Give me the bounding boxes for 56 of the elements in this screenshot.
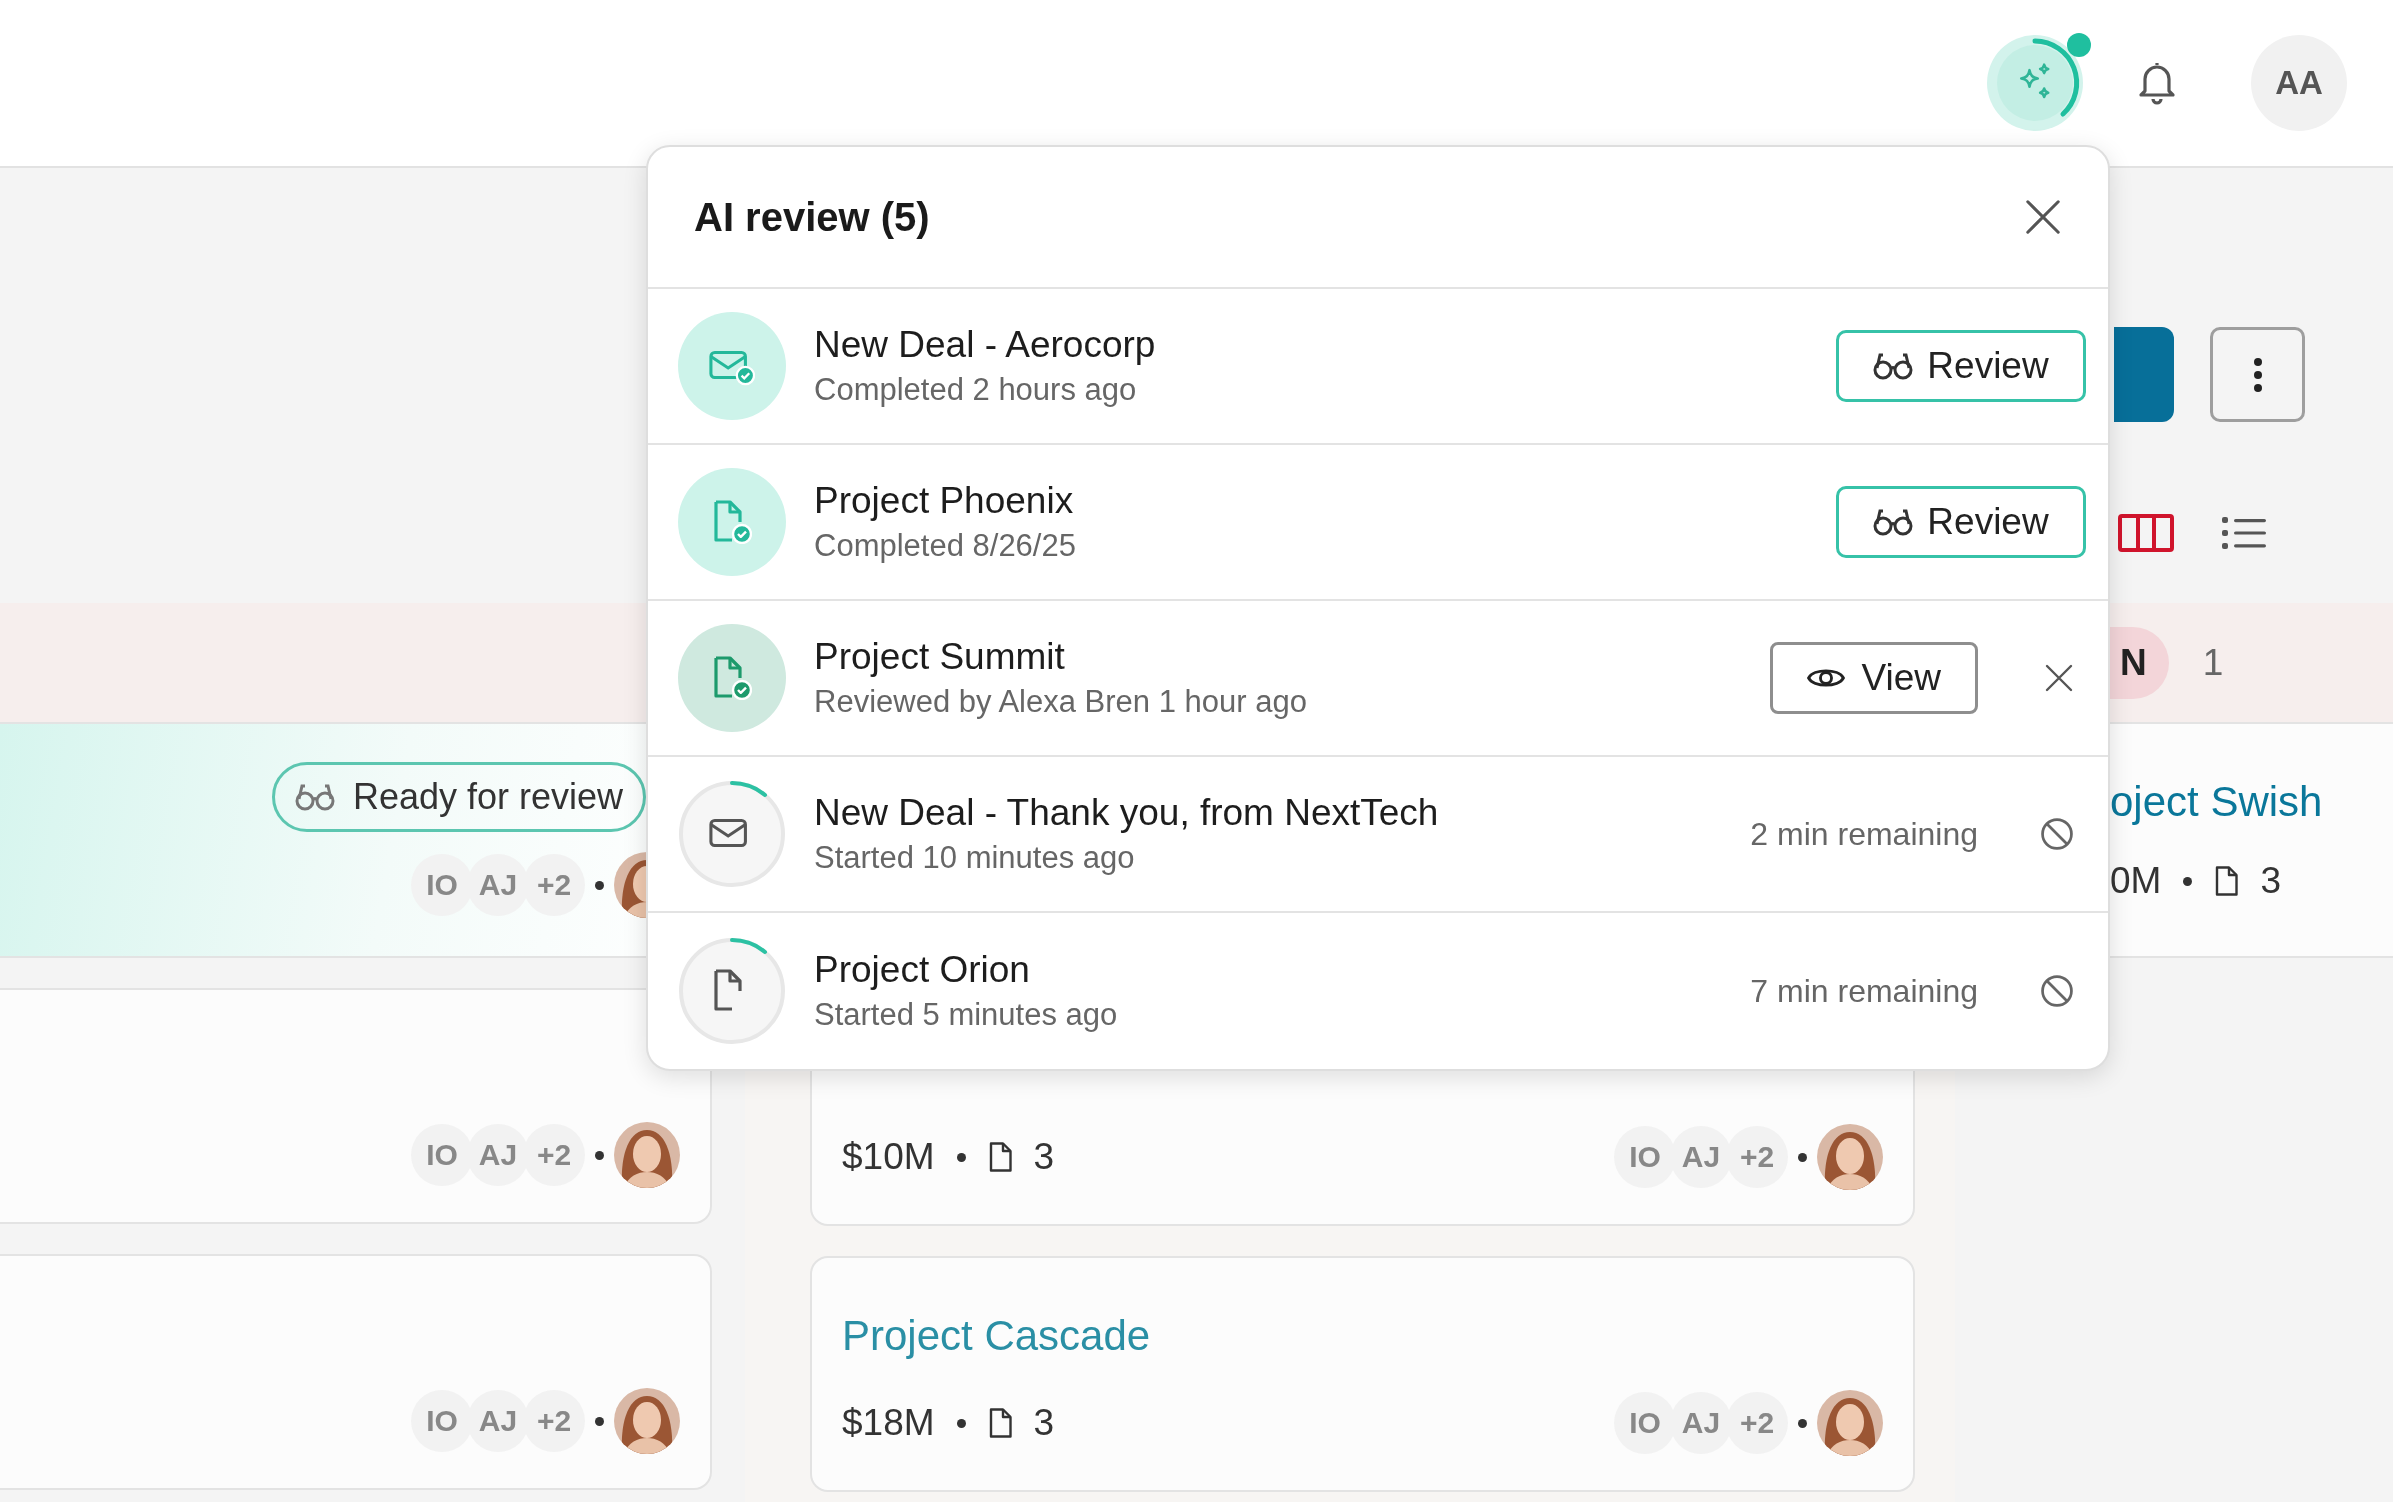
glasses-icon [294,783,335,811]
separator-dot [595,880,604,890]
person-initials: +2 [1726,1392,1788,1454]
separator-dot [595,1150,604,1160]
file-count: 3 [1033,1402,1055,1444]
deal-amount: $18M [842,1402,935,1444]
list-icon [2222,515,2266,551]
separator-dot [1798,1152,1807,1162]
deal-amount: 0M [2110,860,2162,902]
dismiss-icon[interactable] [2044,663,2074,693]
more-icon [2251,356,2264,393]
view-button[interactable]: View [1770,642,1978,714]
person-initials: +2 [523,854,585,916]
glasses-icon [1873,508,1914,536]
user-avatar[interactable]: AA [2251,35,2347,131]
review-status: Started 5 minutes ago [814,997,1119,1033]
review-status: Completed 2 hours ago [814,372,1138,408]
dialog-title: AI review (5) [694,194,930,240]
separator-dot [595,1416,604,1426]
review-title: Project Phoenix [814,480,1075,522]
columns-icon [2118,514,2174,552]
review-status: Started 10 minutes ago [814,840,1136,876]
card-title[interactable]: Project Cascade [842,1312,1883,1360]
cancel-icon[interactable] [2040,974,2074,1008]
separator-dot [1798,1418,1807,1428]
deal-card[interactable]: Project Cascade $18M 3 IO AJ +2 [810,1256,1915,1492]
review-title: Project Summit [814,636,1066,678]
person-initials: +2 [1726,1126,1788,1188]
review-button[interactable]: Review [1836,330,2086,402]
review-status: Completed 8/26/25 [814,528,1077,564]
review-button[interactable]: Review [1836,486,2086,558]
person-initials: +2 [523,1124,585,1186]
card-title[interactable]: oject Swish [2110,778,2363,826]
close-icon[interactable] [2024,198,2062,236]
separator-dot [956,1152,966,1162]
stage-count: 1 [2202,641,2224,684]
remaining-time: 2 min remaining [1750,815,1978,853]
document-icon [987,1142,1012,1172]
document-icon [987,1408,1012,1438]
file-count: 3 [2260,860,2281,902]
separator-dot [2183,876,2193,886]
separator-dot [956,1418,966,1428]
review-title: Project Orion [814,949,1031,991]
file-count: 3 [1033,1136,1055,1178]
review-title: New Deal - Thank you, from NextTech [814,792,1440,834]
person-initials: +2 [523,1390,585,1452]
deal-amount: $10M [842,1136,935,1178]
document-check-icon [712,500,752,544]
glasses-icon [1873,352,1914,380]
cancel-icon[interactable] [2040,817,2074,851]
bell-icon [2137,61,2177,105]
document-check-icon [712,656,752,700]
review-status: Reviewed by Alexa Bren 1 hour ago [814,684,1308,720]
status-label: Ready for review [352,776,623,818]
review-title: New Deal - Aerocorp [814,324,1157,366]
document-icon [2214,866,2239,896]
